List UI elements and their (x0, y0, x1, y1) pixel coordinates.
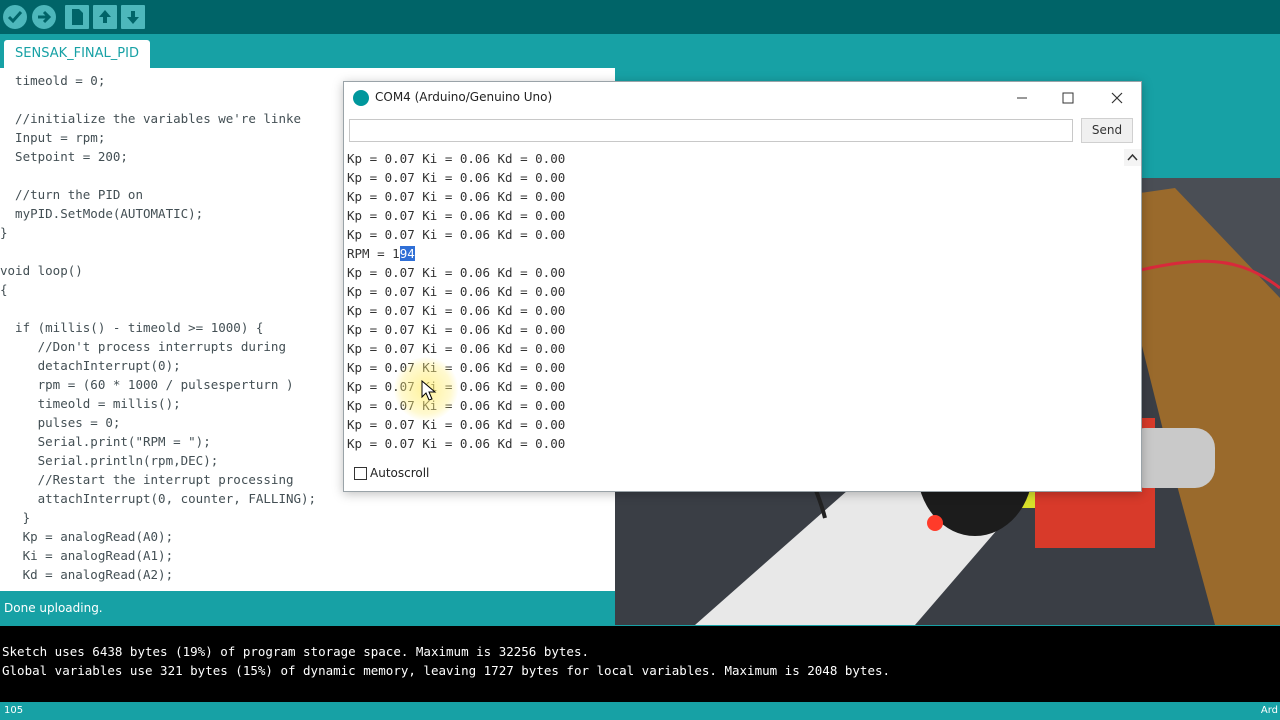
serial-line: Kp = 0.07 Ki = 0.06 Kd = 0.00 (347, 436, 566, 451)
code-line: Serial.print("RPM = "); (0, 434, 211, 449)
upload-icon (38, 10, 52, 24)
mouse-pointer-icon (421, 380, 437, 401)
serial-output[interactable]: Kp = 0.07 Ki = 0.06 Kd = 0.00 Kp = 0.07 … (344, 149, 615, 460)
serial-input[interactable] (349, 119, 1073, 142)
code-line: Ki = analogRead(A1); (0, 548, 174, 563)
serial-line: Kp = 0.07 Ki = 0.06 Kd = 0.00 (347, 284, 566, 299)
code-line: if (millis() - timeold >= 1000) { (0, 320, 264, 335)
code-line: { (0, 282, 8, 297)
serial-title: COM4 (Arduino/Genuino Uno) (375, 90, 553, 104)
code-line: rpm = (60 * 1000 / pulsesperturn ) (0, 377, 294, 392)
rpm-selected-text: 94 (399, 246, 415, 261)
code-line: //turn the PID on (0, 187, 143, 202)
code-line: Setpoint = 200; (0, 149, 128, 164)
close-icon (1111, 92, 1123, 104)
rpm-prefix: RPM = 1 (347, 246, 400, 261)
arduino-logo-icon (353, 90, 369, 106)
toolbar (0, 0, 1280, 34)
serial-line: Kp = 0.07 Ki = 0.06 Kd = 0.00 (347, 189, 566, 204)
code-line: //Don't process interrupts during (0, 339, 286, 354)
save-button[interactable] (121, 5, 145, 29)
code-line: void loop() (0, 263, 83, 278)
tab-sketch[interactable]: SENSAK_FINAL_PID (4, 40, 150, 68)
code-line: Serial.println(rpm,DEC); (0, 453, 219, 468)
minimize-button[interactable] (999, 86, 1045, 110)
code-line: } (0, 225, 8, 240)
code-line: Input = rpm; (0, 130, 106, 145)
scroll-up-button[interactable] (1124, 149, 1141, 166)
status-text: Done uploading. (4, 601, 103, 615)
code-line: Kd = analogRead(A2); (0, 567, 174, 582)
serial-line: Kp = 0.07 Ki = 0.06 Kd = 0.00 (347, 265, 566, 280)
board-label: Ard (1260, 705, 1278, 716)
upload-button[interactable] (32, 5, 56, 29)
code-line: myPID.SetMode(AUTOMATIC); (0, 206, 204, 221)
code-line: } (0, 510, 31, 525)
serial-line: Kp = 0.07 Ki = 0.06 Kd = 0.00 (347, 303, 566, 318)
status-bar: Done uploading. (0, 591, 615, 626)
close-button[interactable] (1094, 86, 1140, 110)
send-button[interactable]: Send (1081, 118, 1133, 143)
code-line: attachInterrupt(0, counter, FALLING); (0, 491, 317, 506)
code-line: detachInterrupt(0); (0, 358, 181, 373)
minimize-icon (1017, 97, 1027, 99)
line-number: 105 (4, 705, 24, 716)
console-line: Global variables use 321 bytes (15%) of … (2, 663, 891, 678)
new-button[interactable] (65, 5, 89, 29)
verify-icon (7, 11, 23, 24)
maximize-icon (1062, 92, 1074, 104)
code-line: pulses = 0; (0, 415, 121, 430)
code-line: timeold = millis(); (0, 396, 181, 411)
autoscroll-checkbox[interactable] (354, 467, 367, 480)
code-line: timeold = 0; (0, 73, 106, 88)
serial-title-bar[interactable]: COM4 (Arduino/Genuino Uno) (344, 82, 1141, 114)
serial-line: Kp = 0.07 Ki = 0.06 Kd = 0.00 (347, 417, 566, 432)
serial-line: Kp = 0.07 Ki = 0.06 Kd = 0.00 (347, 208, 566, 223)
code-line: //initialize the variables we're linke (0, 111, 302, 126)
maximize-button[interactable] (1045, 86, 1091, 110)
serial-monitor-window: COM4 (Arduino/Genuino Uno) Send Kp = 0.0… (343, 81, 1142, 492)
console-line: Sketch uses 6438 bytes (19%) of program … (2, 644, 589, 659)
open-button[interactable] (93, 5, 117, 29)
serial-line-rpm: RPM = 194 (347, 244, 415, 263)
save-icon (127, 11, 139, 24)
bottom-bar: 105 Ard (0, 702, 1280, 720)
new-icon (72, 9, 83, 25)
serial-line: Kp = 0.07 Ki = 0.06 Kd = 0.00 (347, 227, 566, 242)
open-icon (99, 10, 111, 23)
code-line: Kp = analogRead(A0); (0, 529, 174, 544)
serial-line: Kp = 0.07 Ki = 0.06 Kd = 0.00 (347, 170, 566, 185)
serial-line: Kp = 0.07 Ki = 0.06 Kd = 0.00 (347, 151, 566, 166)
arduino-ide-window: SENSAK_FINAL_PID timeold = 0; //initiali… (0, 0, 1280, 720)
code-line: //Restart the interrupt processing (0, 472, 294, 487)
tab-bar: SENSAK_FINAL_PID (0, 34, 1280, 68)
chevron-up-icon (1127, 153, 1138, 161)
output-console: Sketch uses 6438 bytes (19%) of program … (0, 626, 1280, 702)
verify-button[interactable] (3, 5, 27, 29)
serial-line: Kp = 0.07 Ki = 0.06 Kd = 0.00 (347, 322, 566, 337)
serial-line: Kp = 0.07 Ki = 0.06 Kd = 0.00 (347, 341, 566, 356)
serial-line: Kp = 0.07 Ki = 0.06 Kd = 0.00 (347, 360, 566, 375)
autoscroll-label: Autoscroll (370, 466, 430, 480)
